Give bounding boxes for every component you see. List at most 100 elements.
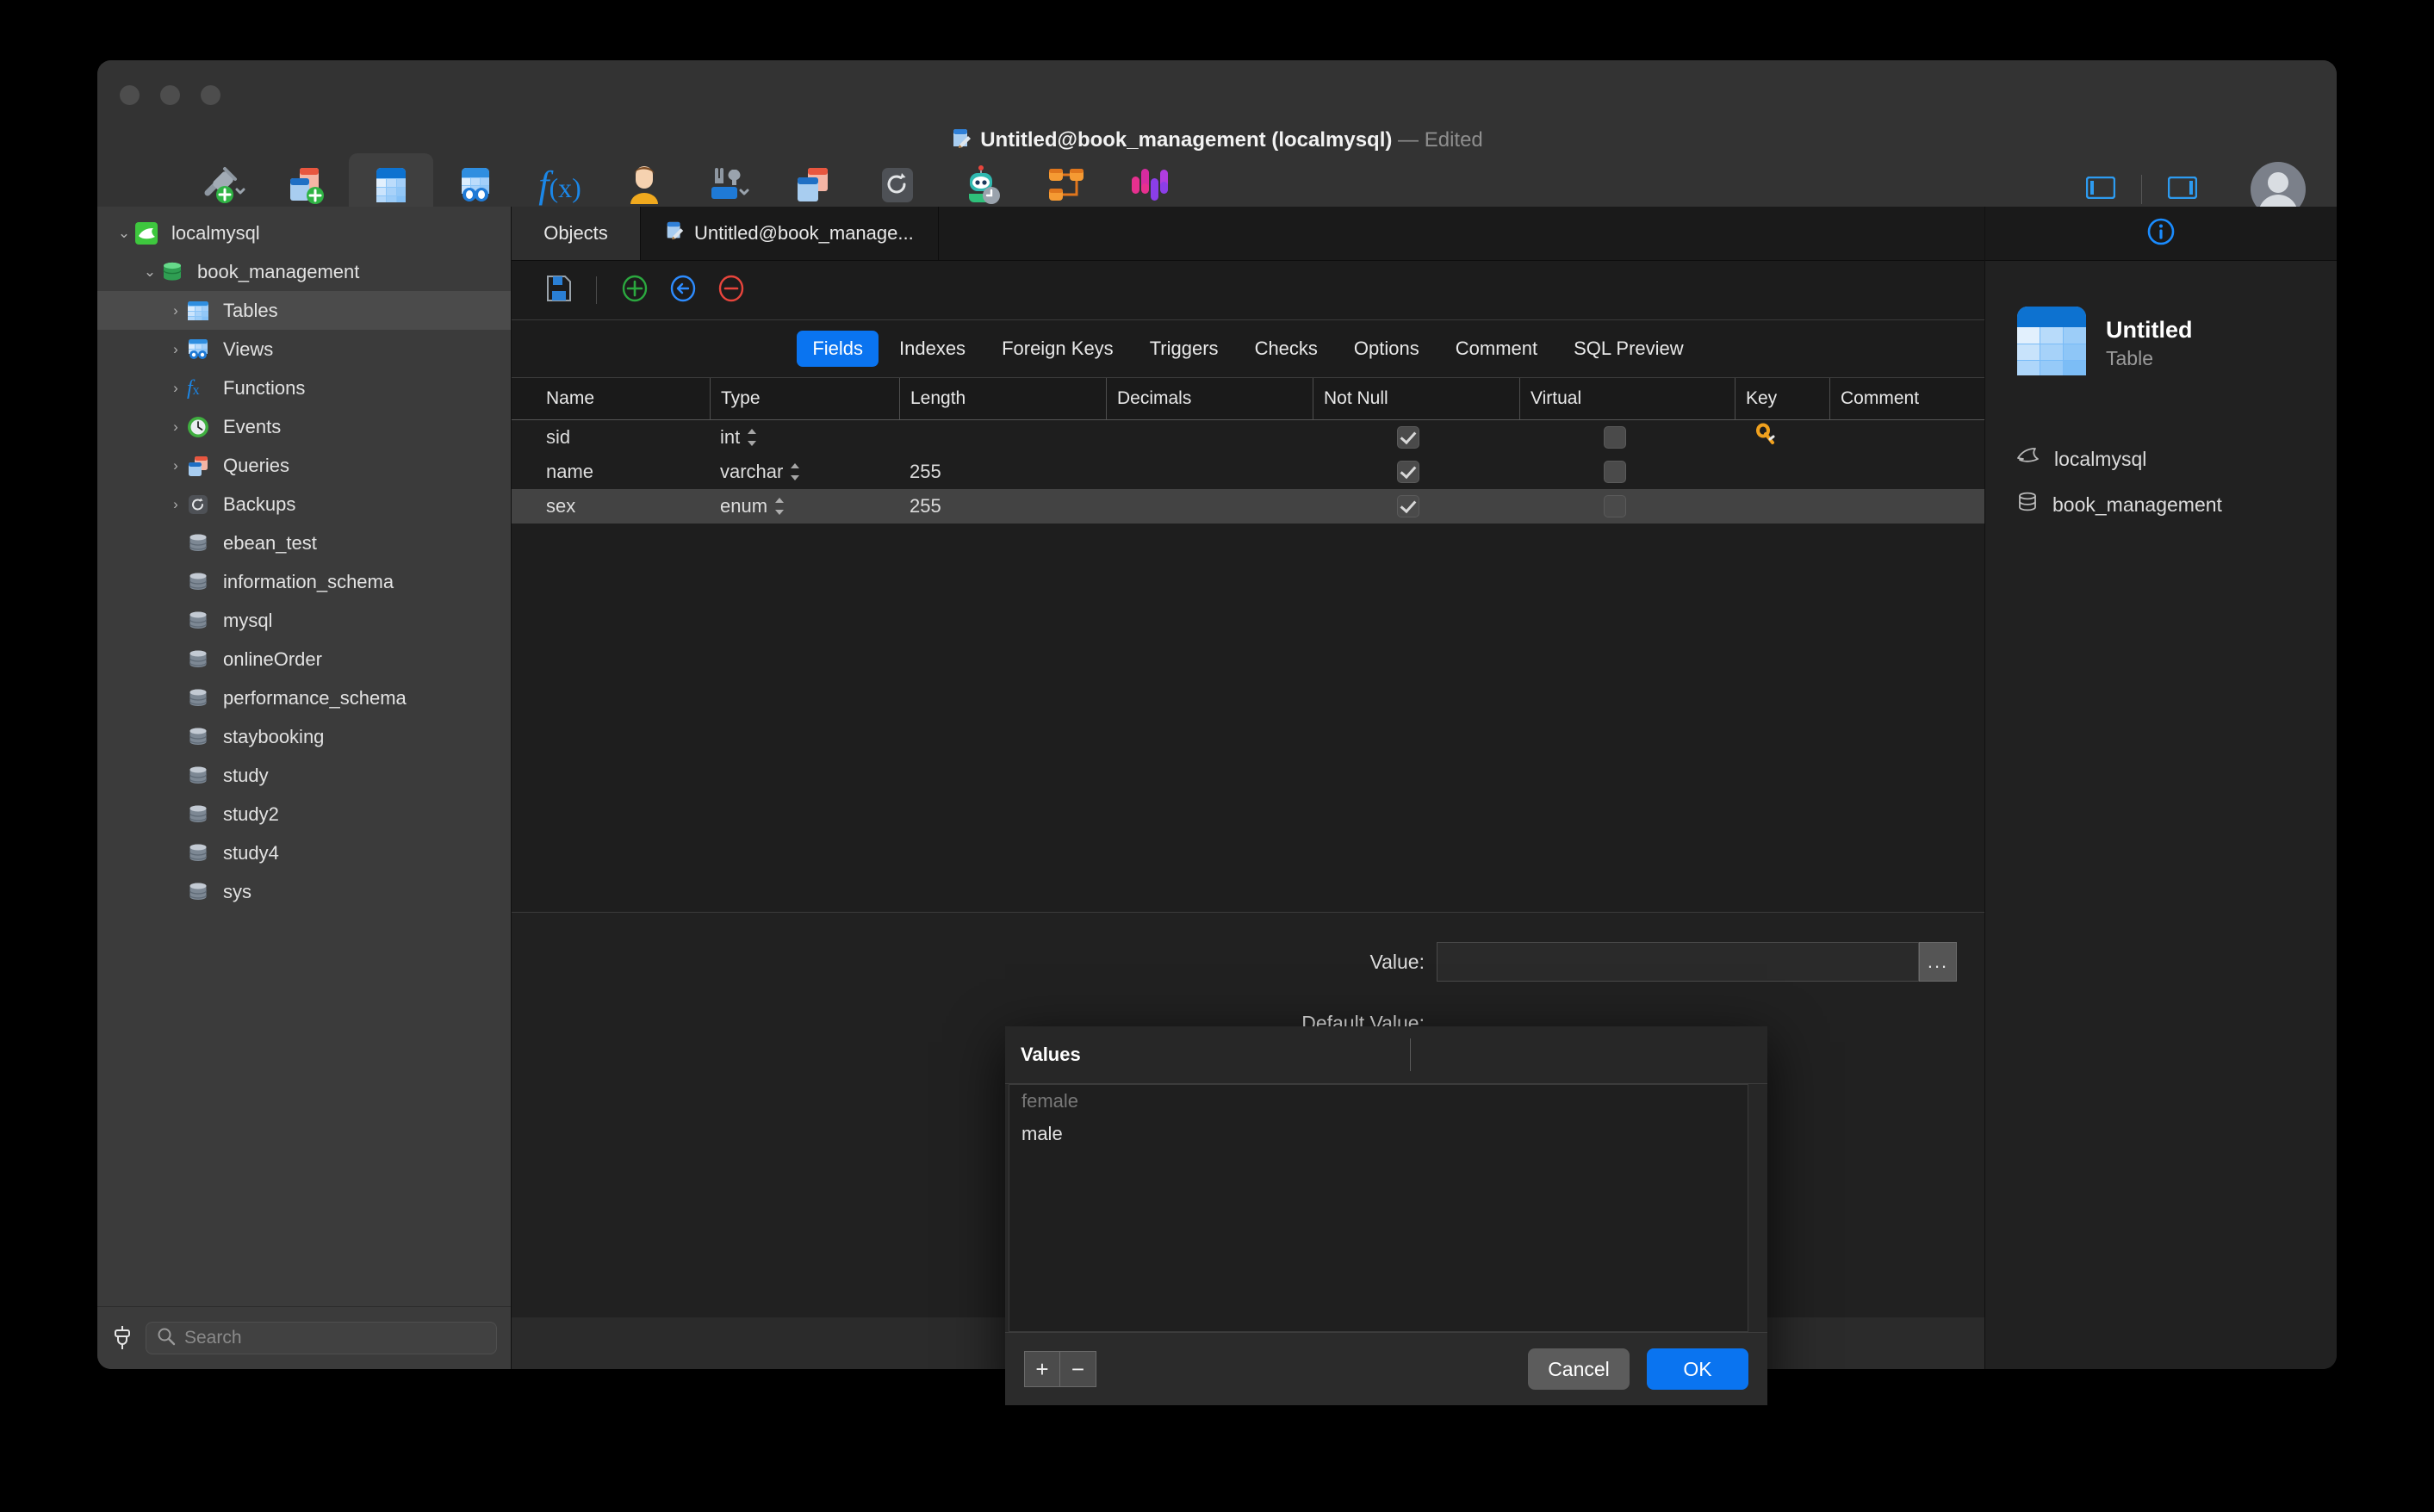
connection-status-icon[interactable] bbox=[111, 1325, 133, 1351]
add-circle-icon[interactable] bbox=[621, 275, 649, 307]
column-header-name[interactable]: Name bbox=[512, 378, 710, 419]
sidebar-item-onlineorder[interactable]: onlineOrder bbox=[97, 640, 511, 679]
search-input[interactable]: Search bbox=[146, 1322, 497, 1354]
column-header-decimals[interactable]: Decimals bbox=[1106, 378, 1313, 419]
field-virtual-cell[interactable] bbox=[1519, 455, 1735, 489]
value-list-item[interactable]: female bbox=[1009, 1085, 1748, 1118]
field-decimals-cell[interactable] bbox=[1106, 420, 1313, 455]
field-comment-cell[interactable] bbox=[1829, 455, 1984, 489]
field-type-cell[interactable]: varchar bbox=[710, 455, 899, 489]
toggle-left-sidebar-icon[interactable] bbox=[2085, 176, 2116, 203]
field-key-cell[interactable] bbox=[1735, 420, 1829, 455]
maximize-button[interactable] bbox=[201, 85, 220, 105]
field-virtual-cell[interactable] bbox=[1519, 420, 1735, 455]
field-key-cell[interactable] bbox=[1735, 489, 1829, 524]
tree-twisty[interactable]: › bbox=[165, 380, 187, 397]
column-header-length[interactable]: Length bbox=[899, 378, 1106, 419]
tree-twisty[interactable]: › bbox=[165, 496, 187, 513]
subtab-fields[interactable]: Fields bbox=[797, 331, 879, 367]
field-name-cell[interactable]: name bbox=[512, 455, 710, 489]
not-null-checkbox[interactable] bbox=[1397, 495, 1419, 517]
save-icon[interactable] bbox=[546, 275, 572, 307]
subtab-comment[interactable]: Comment bbox=[1440, 331, 1553, 367]
field-comment-cell[interactable] bbox=[1829, 420, 1984, 455]
close-button[interactable] bbox=[120, 85, 140, 105]
field-type-cell[interactable]: int bbox=[710, 420, 899, 455]
sidebar-item-functions[interactable]: › fx Functions bbox=[97, 369, 511, 407]
sidebar-item-book-management[interactable]: ⌄ book_management bbox=[97, 252, 511, 291]
sidebar-item-tables[interactable]: › Tables bbox=[97, 291, 511, 330]
tree-twisty[interactable]: ⌄ bbox=[139, 263, 161, 281]
field-comment-cell[interactable] bbox=[1829, 489, 1984, 524]
tree-twisty[interactable]: ⌄ bbox=[113, 225, 135, 242]
minimize-button[interactable] bbox=[160, 85, 180, 105]
field-decimals-cell[interactable] bbox=[1106, 489, 1313, 524]
table-row[interactable]: sex enum 255 bbox=[512, 489, 1984, 524]
column-header-type[interactable]: Type bbox=[710, 378, 899, 419]
subtab-sql-preview[interactable]: SQL Preview bbox=[1558, 331, 1699, 367]
subtab-triggers[interactable]: Triggers bbox=[1134, 331, 1234, 367]
field-length-cell[interactable]: 255 bbox=[899, 455, 1106, 489]
field-not-null-cell[interactable] bbox=[1313, 420, 1519, 455]
sidebar-item-events[interactable]: › Events bbox=[97, 407, 511, 446]
sidebar-item-mysql[interactable]: mysql bbox=[97, 601, 511, 640]
delete-circle-icon[interactable] bbox=[717, 275, 745, 307]
subtab-checks[interactable]: Checks bbox=[1239, 331, 1333, 367]
subtab-indexes[interactable]: Indexes bbox=[884, 331, 981, 367]
subtab-foreign-keys[interactable]: Foreign Keys bbox=[986, 331, 1129, 367]
field-not-null-cell[interactable] bbox=[1313, 489, 1519, 524]
sidebar-item-backups[interactable]: › Backups bbox=[97, 485, 511, 524]
subtab-options[interactable]: Options bbox=[1338, 331, 1435, 367]
sidebar-item-study4[interactable]: study4 bbox=[97, 833, 511, 872]
field-name-cell[interactable]: sex bbox=[512, 489, 710, 524]
add-value-button[interactable]: + bbox=[1024, 1351, 1060, 1387]
column-header-virtual[interactable]: Virtual bbox=[1519, 378, 1735, 419]
value-list-item[interactable]: male bbox=[1009, 1118, 1748, 1150]
table-row[interactable]: sid int bbox=[512, 420, 1984, 455]
sidebar-item-ebean-test[interactable]: ebean_test bbox=[97, 524, 511, 562]
tab-untitled-table[interactable]: Untitled@book_manage... bbox=[641, 207, 939, 260]
sidebar-item-views[interactable]: › Views bbox=[97, 330, 511, 369]
field-decimals-cell[interactable] bbox=[1106, 455, 1313, 489]
type-stepper-icon[interactable] bbox=[773, 496, 786, 517]
tree-twisty[interactable]: › bbox=[165, 341, 187, 358]
sidebar-item-queries[interactable]: › Queries bbox=[97, 446, 511, 485]
cancel-button[interactable]: Cancel bbox=[1528, 1348, 1630, 1390]
value-ellipsis-button[interactable]: ... bbox=[1919, 942, 1957, 982]
field-name-cell[interactable]: sid bbox=[512, 420, 710, 455]
tree-twisty[interactable]: › bbox=[165, 302, 187, 319]
virtual-checkbox[interactable] bbox=[1604, 495, 1626, 517]
not-null-checkbox[interactable] bbox=[1397, 426, 1419, 449]
sidebar-item-study2[interactable]: study2 bbox=[97, 795, 511, 833]
table-row[interactable]: name varchar 255 bbox=[512, 455, 1984, 489]
sidebar-item-performance-schema[interactable]: performance_schema bbox=[97, 679, 511, 717]
column-header-key[interactable]: Key bbox=[1735, 378, 1829, 419]
column-header-comment[interactable]: Comment bbox=[1829, 378, 1984, 419]
virtual-checkbox[interactable] bbox=[1604, 426, 1626, 449]
tree-twisty[interactable]: › bbox=[165, 457, 187, 474]
remove-value-button[interactable]: − bbox=[1060, 1351, 1096, 1387]
sidebar-item-staybooking[interactable]: staybooking bbox=[97, 717, 511, 756]
values-list[interactable]: female male bbox=[1009, 1084, 1748, 1332]
sidebar-item-sys[interactable]: sys bbox=[97, 872, 511, 911]
type-stepper-icon[interactable] bbox=[788, 462, 802, 482]
not-null-checkbox[interactable] bbox=[1397, 461, 1419, 483]
field-type-cell[interactable]: enum bbox=[710, 489, 899, 524]
insert-circle-icon[interactable] bbox=[669, 275, 697, 307]
virtual-checkbox[interactable] bbox=[1604, 461, 1626, 483]
field-virtual-cell[interactable] bbox=[1519, 489, 1735, 524]
column-header-not-null[interactable]: Not Null bbox=[1313, 378, 1519, 419]
field-not-null-cell[interactable] bbox=[1313, 455, 1519, 489]
tree-twisty[interactable]: › bbox=[165, 418, 187, 436]
field-key-cell[interactable] bbox=[1735, 455, 1829, 489]
ok-button[interactable]: OK bbox=[1647, 1348, 1748, 1390]
toggle-right-sidebar-icon[interactable] bbox=[2167, 176, 2198, 203]
type-stepper-icon[interactable] bbox=[745, 427, 759, 448]
field-length-cell[interactable] bbox=[899, 420, 1106, 455]
info-circle-icon[interactable] bbox=[2146, 217, 2176, 251]
sidebar-item-study[interactable]: study bbox=[97, 756, 511, 795]
sidebar-item-localmysql[interactable]: ⌄ localmysql bbox=[97, 214, 511, 252]
tab-objects[interactable]: Objects bbox=[512, 207, 641, 260]
sidebar-item-information-schema[interactable]: information_schema bbox=[97, 562, 511, 601]
value-input[interactable] bbox=[1437, 942, 1919, 982]
